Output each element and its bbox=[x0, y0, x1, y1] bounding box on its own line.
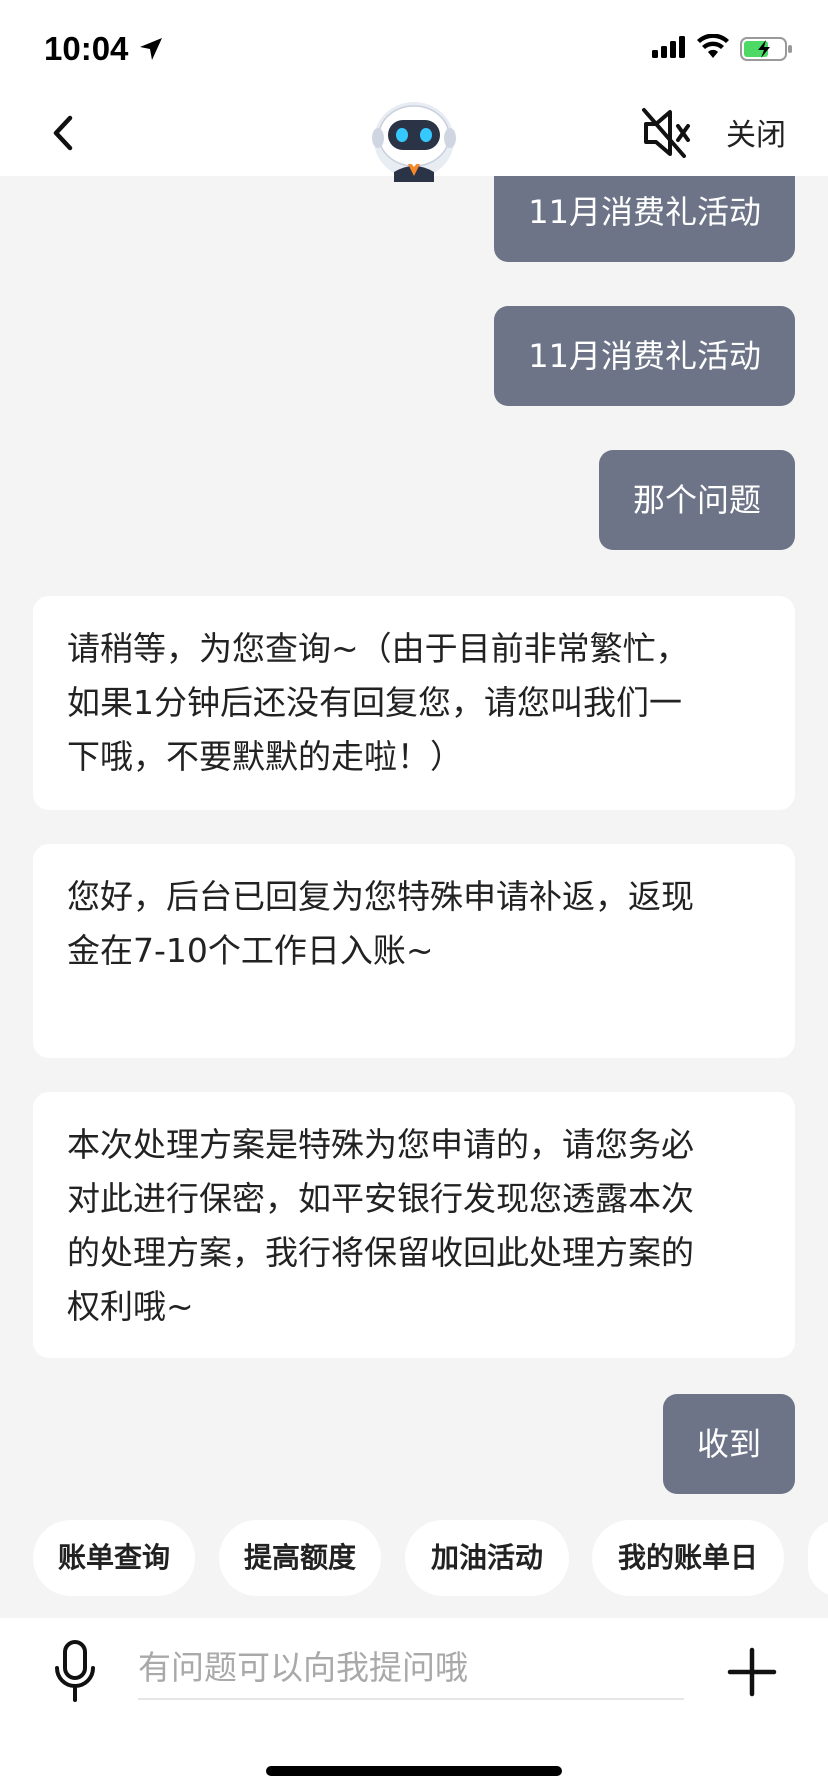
message-text: 11月消费礼活动 bbox=[528, 337, 761, 375]
battery-charging-icon bbox=[740, 37, 792, 61]
message-line: 如果1分钟后还没有回复您，请您叫我们一 bbox=[67, 683, 682, 722]
location-arrow-icon bbox=[140, 38, 162, 60]
plus-icon[interactable] bbox=[726, 1646, 778, 1698]
quick-reply-chip[interactable]: 我的账单日 bbox=[592, 1520, 784, 1596]
message-input[interactable] bbox=[138, 1636, 684, 1700]
message-line: 下哦，不要默默的走啦！） bbox=[67, 737, 463, 776]
chat-area[interactable]: 11月消费礼活动 11月消费礼活动 那个问题 请稍等，为您查询~（由于目前非常繁… bbox=[0, 176, 828, 1516]
message-bubble-user: 收到 bbox=[662, 1394, 795, 1494]
message-bubble-bot: 您好，后台已回复为您特殊申请补返，返现 金在7-10个工作日入账~ bbox=[33, 844, 795, 1058]
quick-replies: 账单查询 提高额度 加油活动 我的账单日 bbox=[0, 1520, 828, 1600]
message-bubble-user: 11月消费礼活动 bbox=[494, 176, 795, 262]
home-indicator bbox=[266, 1766, 562, 1776]
wifi-icon bbox=[697, 34, 729, 58]
quick-reply-chip[interactable]: 提高额度 bbox=[219, 1520, 381, 1596]
message-bubble-bot: 本次处理方案是特殊为您申请的，请您务必 对此进行保密，如平安银行发现您透露本次 … bbox=[33, 1092, 795, 1358]
nav-bar: 关闭 bbox=[0, 92, 828, 182]
message-line: 请稍等，为您查询~（由于目前非常繁忙， bbox=[67, 629, 689, 668]
message-bubble-bot: 请稍等，为您查询~（由于目前非常繁忙， 如果1分钟后还没有回复您，请您叫我们一 … bbox=[33, 596, 795, 810]
message-line: 对此进行保密，如平安银行发现您透露本次 bbox=[67, 1179, 694, 1218]
status-time: 10:04 bbox=[44, 30, 129, 67]
signal-icon bbox=[652, 36, 685, 58]
quick-reply-chip[interactable]: 加油活动 bbox=[405, 1520, 569, 1596]
status-bar: 10:04 bbox=[0, 0, 828, 92]
quick-reply-chip-partial[interactable] bbox=[808, 1520, 828, 1596]
chevron-left-icon[interactable] bbox=[44, 108, 84, 158]
message-text: 那个问题 bbox=[632, 481, 761, 519]
message-line: 本次处理方案是特殊为您申请的，请您务必 bbox=[67, 1125, 694, 1164]
message-line: 权利哦~ bbox=[67, 1287, 194, 1326]
message-bubble-user: 那个问题 bbox=[598, 450, 795, 550]
microphone-icon[interactable] bbox=[52, 1638, 98, 1708]
speaker-mute-icon[interactable] bbox=[640, 106, 692, 160]
quick-reply-chip[interactable]: 账单查询 bbox=[33, 1520, 195, 1596]
message-text: 11月消费礼活动 bbox=[528, 193, 761, 231]
robot-avatar bbox=[372, 102, 456, 182]
message-line: 您好，后台已回复为您特殊申请补返，返现 bbox=[67, 877, 694, 916]
message-text: 收到 bbox=[696, 1425, 761, 1463]
message-line: 的处理方案，我行将保留收回此处理方案的 bbox=[67, 1233, 694, 1272]
message-bubble-user: 11月消费礼活动 bbox=[494, 306, 795, 406]
close-button[interactable]: 关闭 bbox=[726, 110, 786, 154]
message-line: 金在7-10个工作日入账~ bbox=[67, 931, 434, 970]
